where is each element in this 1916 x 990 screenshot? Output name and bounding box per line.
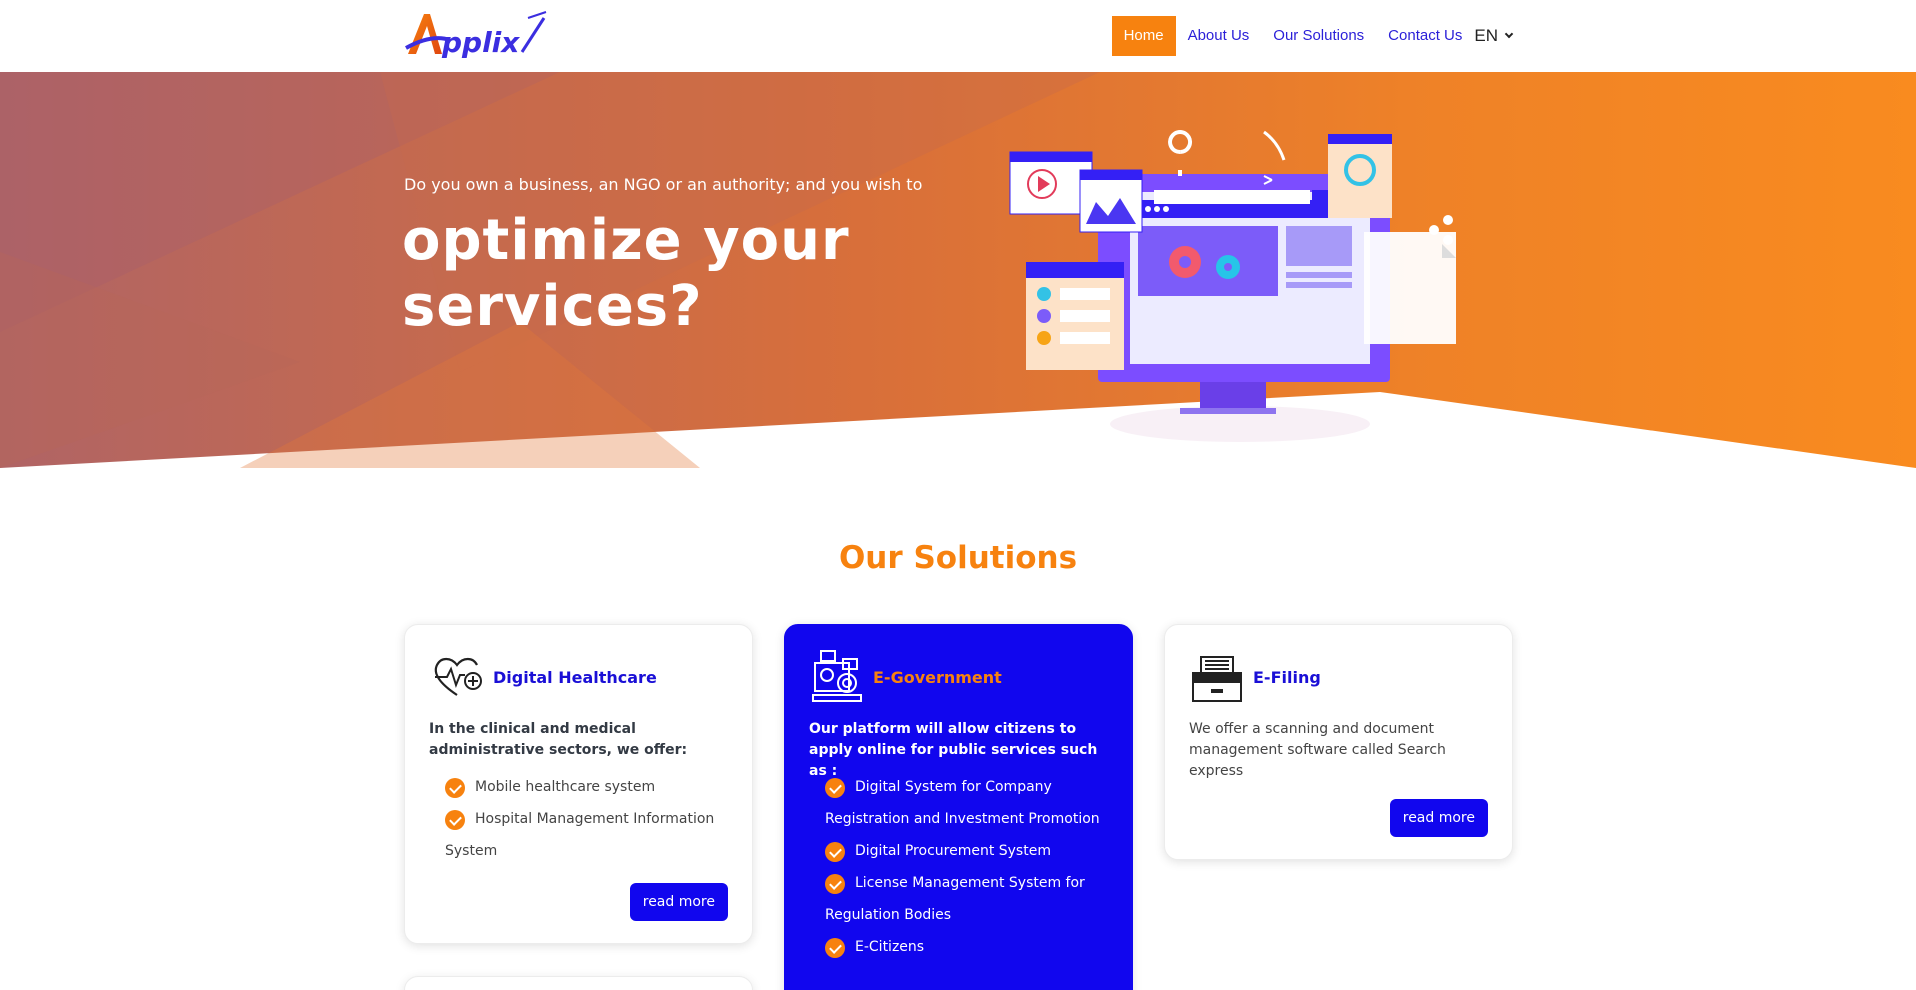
solution-card-digital-healthcare: Digital Healthcare In the clinical and m… xyxy=(404,624,753,944)
list-item: E-Citizens xyxy=(825,931,1115,963)
card-description: We offer a scanning and document managem… xyxy=(1189,721,1446,779)
list-item: Digital Procurement System xyxy=(825,835,1115,867)
main-nav: Home About Us Our Solutions Contact Us E… xyxy=(1111,16,1514,56)
language-label: EN xyxy=(1474,26,1498,45)
list-item: Hospital Management Information System xyxy=(445,810,715,859)
card-header: Digital Healthcare xyxy=(429,649,657,705)
card-title: E-Government xyxy=(873,667,1002,687)
list-item: License Management System for Regulation… xyxy=(825,874,1085,923)
check-icon xyxy=(825,842,845,862)
computer-dashboard-illustration xyxy=(1009,130,1456,442)
file-cabinet-icon xyxy=(1192,656,1242,702)
government-services-icon xyxy=(812,650,862,702)
hero-title: optimize your services? xyxy=(402,208,850,339)
read-more-button[interactable]: read more xyxy=(1389,799,1488,837)
check-icon xyxy=(445,778,465,798)
hero-banner: Do you own a business, an NGO or an auth… xyxy=(0,72,1916,472)
card-header: E-Government xyxy=(809,649,1002,705)
card-feature-list: Mobile healthcare system Hospital Manage… xyxy=(445,771,735,867)
chevron-down-icon xyxy=(1504,29,1514,39)
check-icon xyxy=(825,874,845,894)
card-feature-list: Digital System for Company Registration … xyxy=(825,771,1115,963)
applix-logo[interactable]: pplix xyxy=(404,8,548,62)
nav-home[interactable]: Home xyxy=(1111,16,1176,56)
card-title: E-Filing xyxy=(1253,667,1321,687)
solution-card-next xyxy=(404,976,753,990)
hero-background xyxy=(0,72,1916,468)
nav-contact-us[interactable]: Contact Us xyxy=(1376,16,1474,56)
list-item: Mobile healthcare system xyxy=(445,771,735,803)
nav-about-us[interactable]: About Us xyxy=(1176,16,1262,56)
solution-card-e-filing: E-Filing We offer a scanning and documen… xyxy=(1164,624,1513,860)
check-icon xyxy=(825,938,845,958)
heart-pulse-icon xyxy=(434,657,482,696)
solution-card-e-government: E-Government Our platform will allow cit… xyxy=(784,624,1133,990)
list-item: Digital System for Company Registration … xyxy=(825,778,1100,827)
language-selector[interactable]: EN xyxy=(1474,26,1514,46)
site-header: pplix Home About Us Our Solutions Contac… xyxy=(0,0,1916,72)
check-icon xyxy=(825,778,845,798)
solutions-heading: Our Solutions xyxy=(838,540,1078,576)
read-more-button[interactable]: read more xyxy=(629,883,728,921)
nav-our-solutions[interactable]: Our Solutions xyxy=(1261,16,1376,56)
card-title: Digital Healthcare xyxy=(493,667,657,687)
hero-intro: Do you own a business, an NGO or an auth… xyxy=(404,175,923,194)
card-lead: In the clinical and medical administrati… xyxy=(429,721,688,758)
svg-text:pplix: pplix xyxy=(441,26,520,59)
check-icon xyxy=(445,810,465,830)
card-header: E-Filing xyxy=(1189,649,1321,705)
